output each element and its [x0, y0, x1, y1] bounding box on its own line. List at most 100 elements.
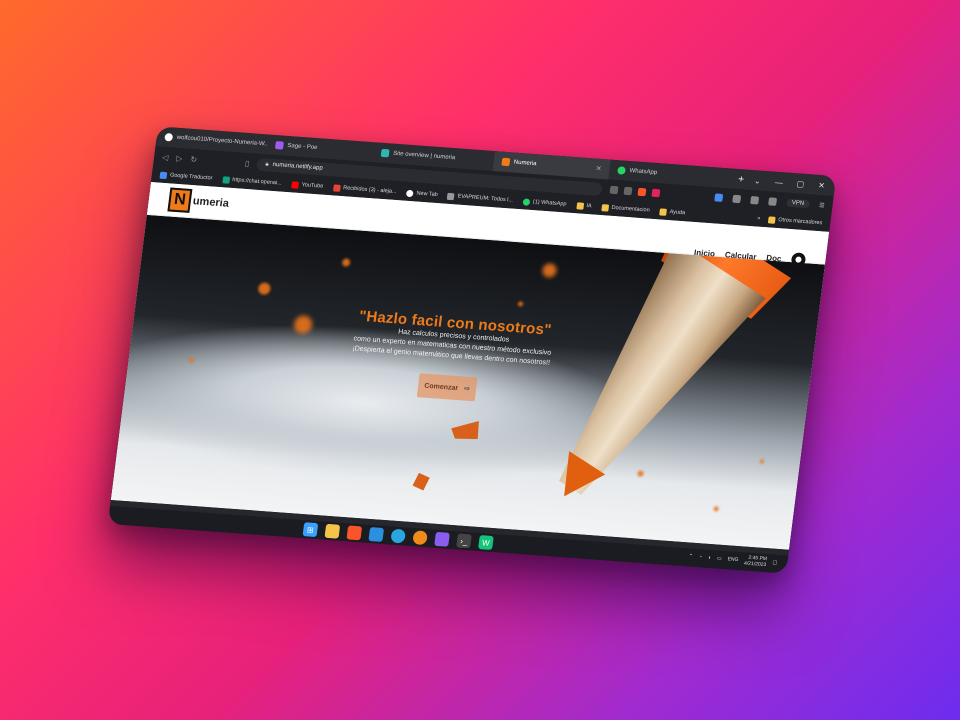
tab-label: Numeria: [513, 159, 537, 168]
folder-icon: [575, 201, 584, 210]
close-icon[interactable]: ✕: [595, 165, 602, 173]
chevron-up-icon[interactable]: ⌃: [688, 553, 693, 559]
puzzle-icon[interactable]: [732, 194, 742, 204]
bookmarks-overflow: » Otros marcadores: [757, 215, 823, 227]
chatgpt-icon: [221, 175, 230, 184]
bookmark-item[interactable]: https://chat.openai...: [221, 175, 283, 187]
start-button[interactable]: Comenzar ⇨: [416, 373, 478, 402]
back-icon[interactable]: ◁: [162, 152, 169, 161]
menu-icon[interactable]: ☰: [819, 202, 825, 209]
bookmark-label: https://chat.openai...: [231, 177, 283, 187]
file-explorer-icon[interactable]: [324, 523, 341, 539]
whatsapp-icon: [522, 197, 531, 206]
hero-content: "Hazlo facil con nosotros" Haz calculos …: [296, 304, 606, 410]
vpn-button[interactable]: VPN: [786, 198, 810, 209]
brave-rewards-icon[interactable]: [651, 188, 661, 198]
bookmark-item[interactable]: YouTube: [291, 180, 324, 190]
overflow-chevron-icon[interactable]: »: [757, 216, 761, 222]
tab-label: WhatsApp: [629, 168, 658, 177]
web-page: N umeria Inicio Calcular Doc "Hazlo faci…: [110, 182, 830, 550]
wood-chip-decoration: [451, 421, 481, 443]
bookmark-label: Recibidos (3) - aleja...: [342, 185, 397, 196]
wood-chip-decoration: [412, 472, 430, 491]
vscode-icon[interactable]: [368, 527, 385, 542]
lock-icon: 🔒︎: [265, 160, 270, 168]
translate-extension-icon[interactable]: [714, 193, 724, 202]
window-controls: ⌄ — ▢ ✕: [754, 176, 836, 191]
folder-icon: [767, 215, 776, 224]
close-window-button[interactable]: ✕: [818, 180, 826, 189]
backdrop: wolfcou010/Proyecto-Numeria-W... Sage - …: [0, 0, 960, 720]
spark-decoration: [541, 262, 558, 278]
laptop-screen: wolfcou010/Proyecto-Numeria-W... Sage - …: [107, 126, 837, 574]
bookmark-label: (1) WhatsApp: [532, 199, 567, 208]
clock[interactable]: 2:45 PM 4/21/2023: [743, 555, 768, 569]
date-text: 4/21/2023: [743, 560, 767, 569]
maximize-button[interactable]: ▢: [796, 179, 805, 188]
bookmark-folder[interactable]: Ayuda: [659, 207, 686, 217]
spark-decoration: [713, 506, 719, 512]
language-indicator[interactable]: ENG: [727, 556, 739, 563]
new-tab-button[interactable]: +: [730, 173, 753, 186]
numeria-icon: [501, 157, 511, 167]
terminal-icon[interactable]: ›_: [456, 533, 472, 549]
bookmark-label: EVAPREUM: Todos l...: [457, 193, 514, 204]
github-icon: [406, 189, 414, 197]
spark-decoration: [341, 258, 351, 267]
brave-shield-icon[interactable]: [637, 187, 647, 197]
wifi-icon[interactable]: ◔: [698, 554, 702, 560]
keyboard-icon[interactable]: ▭: [716, 556, 721, 562]
other-bookmarks-folder[interactable]: Otros marcadores: [767, 215, 823, 227]
search-app-icon[interactable]: [412, 530, 428, 546]
bookmark-item[interactable]: Google Traductor: [159, 171, 213, 182]
sidebar-icon[interactable]: [750, 196, 760, 205]
page-icon: [447, 192, 456, 200]
bookmark-label: Otros marcadores: [777, 217, 823, 227]
windows-start-icon[interactable]: ⊞: [302, 522, 319, 538]
nav-calcular[interactable]: Calcular: [724, 250, 757, 261]
affinity-icon[interactable]: [434, 531, 450, 547]
bookmark-folder[interactable]: Documentacion: [601, 203, 650, 214]
bookmark-folder[interactable]: IA: [575, 201, 592, 210]
bookmark-label: Documentacion: [611, 204, 650, 214]
reload-icon[interactable]: ↻: [190, 154, 198, 163]
github-icon[interactable]: [790, 252, 807, 268]
translate-icon: [159, 171, 168, 179]
nav-doc[interactable]: Doc: [766, 253, 782, 263]
netlify-icon: [380, 148, 390, 158]
whatsapp-icon: [617, 166, 626, 175]
github-icon: [164, 132, 174, 142]
notification-icon[interactable]: ▢: [772, 560, 777, 566]
translate-icon[interactable]: [609, 185, 619, 195]
bookmark-label: YouTube: [301, 182, 324, 190]
volume-icon[interactable]: ◖: [707, 555, 711, 561]
bookmark-item[interactable]: New Tab: [406, 189, 438, 198]
bookmark-label: Ayuda: [669, 209, 686, 217]
bookmark-item[interactable]: (1) WhatsApp: [522, 197, 567, 208]
webstorm-icon[interactable]: W: [478, 535, 494, 551]
logo-text: umeria: [192, 195, 230, 210]
share-icon[interactable]: [623, 186, 633, 196]
bookmark-item[interactable]: Recibidos (3) - aleja...: [332, 183, 397, 196]
bookmark-icon[interactable]: ▯: [244, 158, 250, 167]
spark-decoration: [257, 282, 272, 296]
logo-mark: N: [167, 187, 193, 213]
system-tray: ⌃ ◔ ◖ ▭ ENG 2:45 PM 4/21/2023 ▢: [688, 550, 778, 568]
site-logo[interactable]: N umeria: [167, 187, 230, 215]
bookmark-label: IA: [585, 203, 592, 210]
telegram-icon[interactable]: [390, 528, 407, 544]
hero-section: "Hazlo facil con nosotros" Haz calculos …: [110, 213, 826, 550]
brave-icon[interactable]: [346, 525, 363, 541]
tab-label: wolfcou010/Proyecto-Numeria-W...: [176, 134, 269, 148]
nav-inicio[interactable]: Inicio: [694, 248, 716, 258]
forward-icon[interactable]: ▷: [176, 153, 183, 162]
spark-decoration: [517, 301, 524, 307]
minimize-button[interactable]: —: [774, 177, 783, 187]
wallet-icon[interactable]: [768, 197, 778, 206]
poe-icon: [274, 141, 284, 150]
start-button-label: Comenzar: [423, 382, 459, 393]
chevron-down-icon[interactable]: ⌄: [754, 176, 762, 185]
address-bar-icons: [609, 185, 661, 198]
spark-decoration: [759, 459, 765, 464]
bookmark-item[interactable]: EVAPREUM: Todos l...: [447, 192, 513, 204]
